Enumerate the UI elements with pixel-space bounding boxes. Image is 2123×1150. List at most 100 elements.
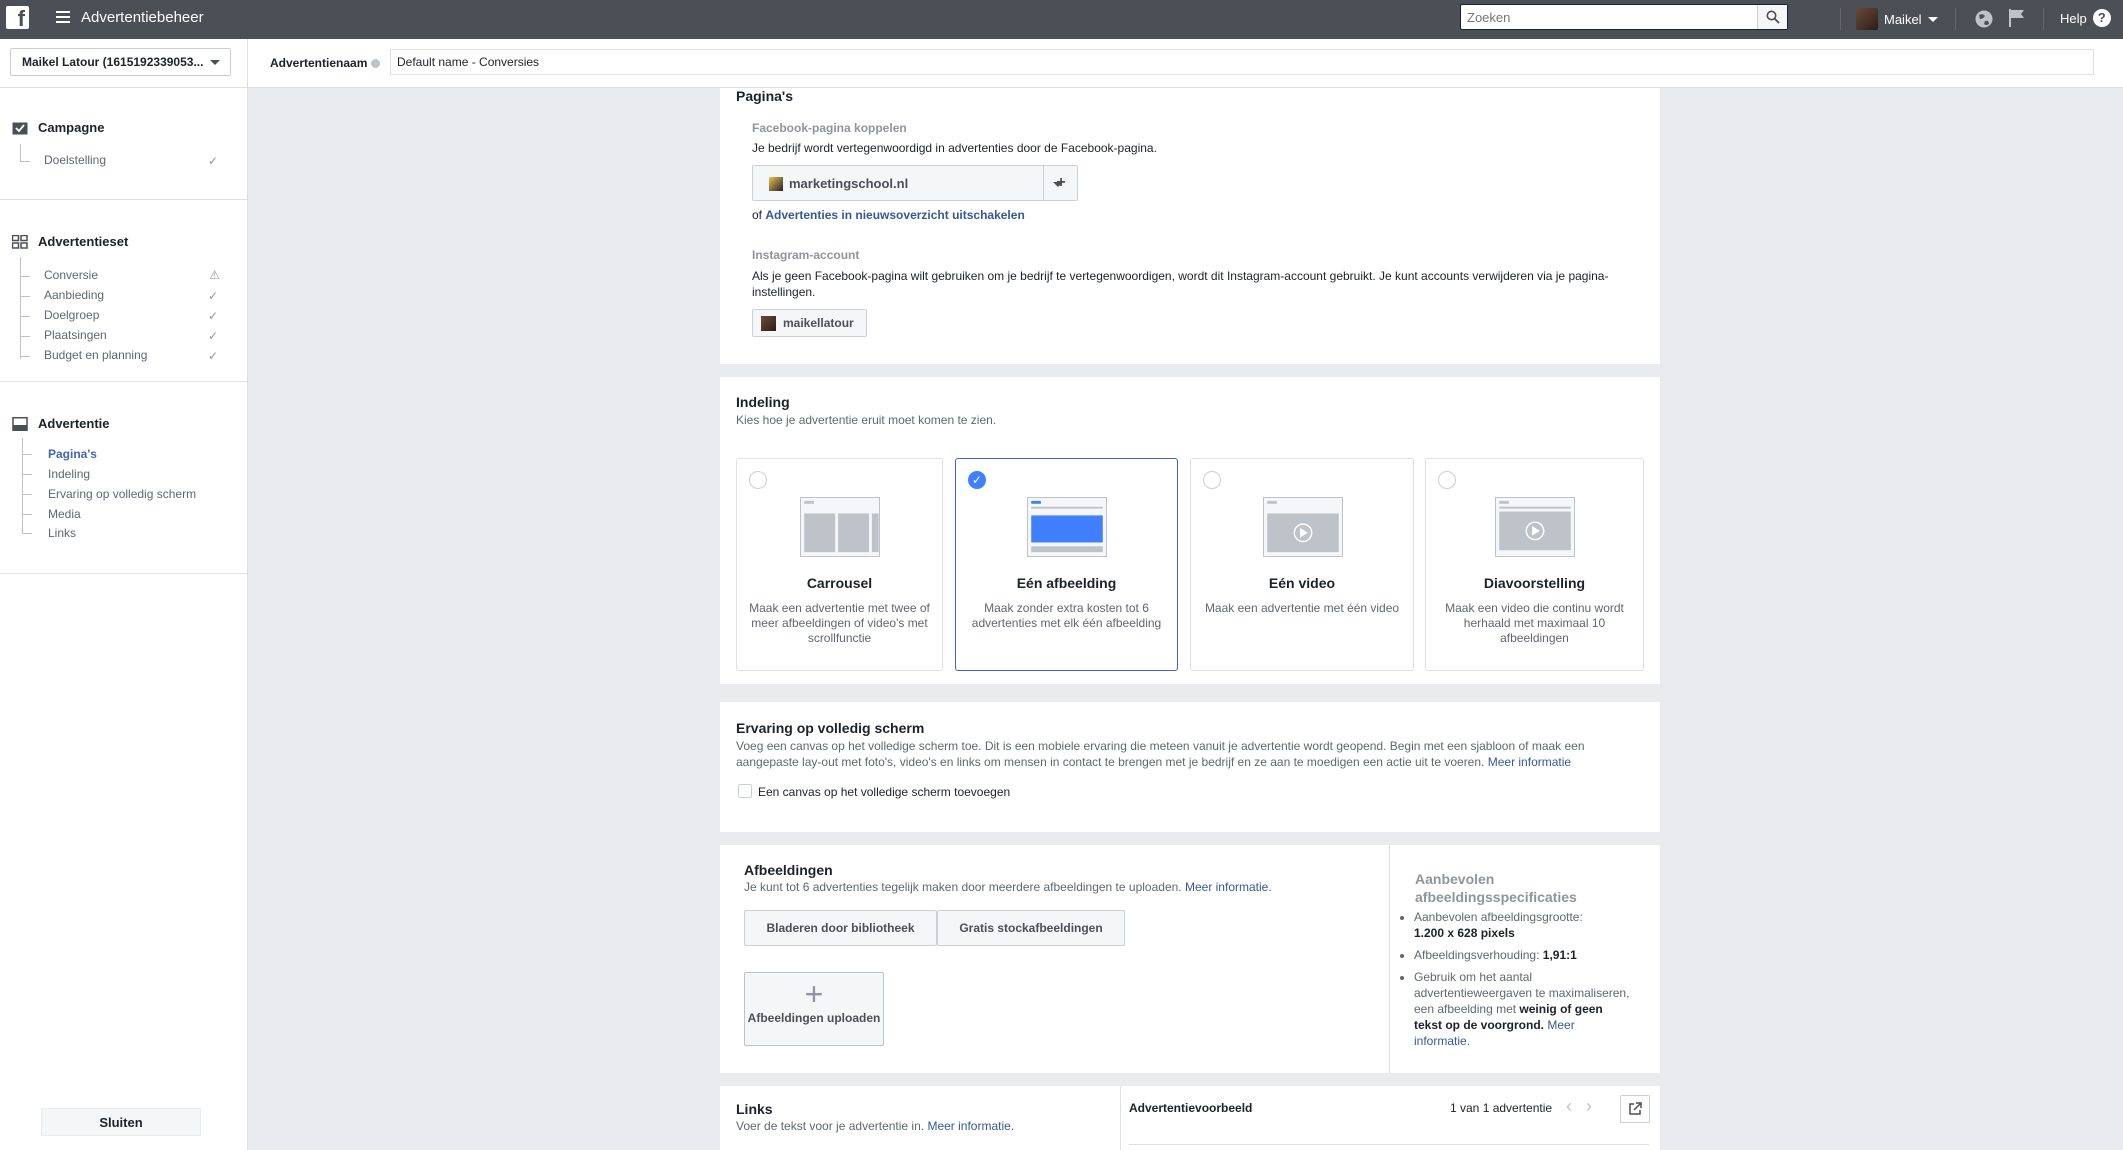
divider <box>1840 8 1841 30</box>
spec-label: Aanbevolen afbeeldingsgrootte: <box>1414 910 1583 924</box>
search-input[interactable] <box>1461 5 1751 29</box>
search-button[interactable] <box>1757 5 1787 29</box>
sidebar-item-label: Ervaring op volledig scherm <box>48 487 197 501</box>
instagram-avatar <box>761 316 776 331</box>
section-title: Afbeeldingen <box>744 862 833 878</box>
video-thumbnail-icon <box>1263 497 1343 557</box>
canvas-checkbox[interactable] <box>738 784 752 798</box>
divider <box>247 39 248 88</box>
instagram-account-button[interactable]: maikellatour <box>752 309 867 337</box>
info-icon[interactable] <box>371 59 381 68</box>
spec-item-size: Aanbevolen afbeeldingsgrootte: 1.200 x 62… <box>1414 909 1632 941</box>
section-description: Voeg een canvas op het volledige scherm … <box>736 738 1616 770</box>
divider <box>1120 1086 1121 1150</box>
facebook-logo-icon[interactable]: f <box>6 6 29 29</box>
chevron-left-icon[interactable]: ‹ <box>1566 1096 1572 1117</box>
user-menu[interactable]: Maikel <box>1856 6 1938 32</box>
sidebar-item-label: Conversie <box>44 268 99 282</box>
sidebar-item-budget[interactable]: Budget en planning ✓ <box>44 348 234 368</box>
sidebar-item-media[interactable]: Media <box>48 507 81 527</box>
grid-icon <box>12 234 28 249</box>
ad-name-input[interactable] <box>390 49 2094 75</box>
sidebar-item-indeling[interactable]: Indeling <box>48 467 90 487</box>
search-box <box>1460 4 1788 30</box>
sidebar-heading-label: Advertentie <box>38 416 110 431</box>
chevron-right-icon[interactable]: › <box>1586 1096 1592 1117</box>
open-preview-button[interactable] <box>1620 1095 1650 1123</box>
flag-icon[interactable] <box>2008 8 2026 28</box>
check-icon: ✓ <box>207 309 218 323</box>
fb-page-description: Je bedrijf wordt vertegenwoordigd in adv… <box>752 141 1157 155</box>
close-button[interactable]: Sluiten <box>41 1108 201 1136</box>
sidebar-item-paginas[interactable]: Pagina's <box>48 447 97 467</box>
radio-button-checked[interactable]: ✓ <box>968 471 986 489</box>
tree-line <box>22 494 32 495</box>
sidebar-group-ad: Advertentie Pagina's Indeling Ervaring o… <box>0 382 247 574</box>
checkbox-label: Een canvas op het volledige scherm toevo… <box>758 785 1011 799</box>
divider <box>1389 845 1390 1073</box>
instagram-account-name: maikellatour <box>783 316 854 330</box>
account-selector[interactable]: Maikel Latour (1615192339053... <box>10 48 231 76</box>
slideshow-thumbnail-icon <box>1495 497 1575 557</box>
page-selector[interactable]: marketingschool.nl + <box>752 165 1078 201</box>
sidebar-item-doelstelling[interactable]: Doelstelling ✓ <box>44 153 234 173</box>
search-icon <box>1766 10 1780 24</box>
format-description: Maak een advertentie met één video <box>1204 601 1400 615</box>
tree-line <box>20 144 21 162</box>
sidebar-item-plaatsingen[interactable]: Plaatsingen ✓ <box>44 328 234 348</box>
add-page-button[interactable]: + <box>1044 166 1078 200</box>
tree-line <box>20 161 30 162</box>
or-text: of <box>752 208 763 222</box>
check-icon: ✓ <box>207 349 218 363</box>
sidebar-item-aanbieding[interactable]: Aanbieding ✓ <box>44 288 234 308</box>
section-description: Voer de tekst voor je advertentie in. Me… <box>736 1119 1014 1133</box>
preview-count: 1 van 1 advertentie <box>1450 1101 1553 1115</box>
disable-news-feed-link[interactable]: Advertenties in nieuwsoverzicht uitschak… <box>765 208 1024 222</box>
radio-button[interactable] <box>749 471 767 489</box>
canvas-checkbox-row[interactable]: Een canvas op het volledige scherm toevo… <box>738 784 1010 799</box>
more-info-link[interactable]: Meer informatie <box>1488 755 1571 769</box>
radio-button[interactable] <box>1203 471 1221 489</box>
sidebar-item-doelgroep[interactable]: Doelgroep ✓ <box>44 308 234 328</box>
help-button[interactable]: Help ? <box>2060 9 2111 27</box>
divider <box>1955 8 1956 30</box>
section-title: Pagina's <box>736 88 794 104</box>
sidebar-heading-label: Campagne <box>38 120 105 135</box>
format-option-slideshow[interactable]: Diavoorstelling Maak een video die conti… <box>1425 458 1644 671</box>
stock-images-button[interactable]: Gratis stockafbeeldingen <box>937 910 1125 946</box>
page-avatar <box>769 177 783 191</box>
tree-line <box>20 316 30 317</box>
more-info-link[interactable]: Meer informatie. <box>1185 880 1272 894</box>
more-info-link[interactable]: Meer informatie. <box>927 1119 1014 1133</box>
app-title[interactable]: Advertentiebeheer <box>81 9 204 26</box>
sidebar-item-label: Media <box>48 507 81 521</box>
format-option-single-video[interactable]: Eén video Maak een advertentie met één v… <box>1190 458 1414 671</box>
globe-icon[interactable] <box>1974 9 1994 29</box>
avatar <box>1856 8 1878 30</box>
instagram-description: Als je geen Facebook-pagina wilt gebruik… <box>752 269 1609 299</box>
tree-line <box>20 336 30 337</box>
format-option-carousel[interactable]: Carrousel Maak een advertentie met twee … <box>736 458 943 671</box>
tree-line <box>22 454 32 455</box>
sidebar-item-links[interactable]: Links <box>48 526 76 546</box>
carousel-thumbnail-icon <box>800 497 880 557</box>
tree-line <box>22 438 23 534</box>
sidebar-item-conversie[interactable]: Conversie ⚠ <box>44 268 234 288</box>
format-title: Carrousel <box>806 575 873 591</box>
menu-icon[interactable] <box>56 9 70 23</box>
links-section: Links Voer de tekst voor je advertentie … <box>720 1086 1660 1150</box>
format-option-single-image[interactable]: ✓ Eén afbeelding Maak zonder extra koste… <box>955 458 1178 671</box>
spec-label: Afbeeldingsverhouding: <box>1414 948 1540 962</box>
section-subtitle: Kies hoe je advertentie eruit moet komen… <box>736 413 997 427</box>
sidebar-item-label: Doelgroep <box>44 308 100 322</box>
sidebar-heading-adset[interactable]: Advertentieset <box>12 234 128 249</box>
radio-button[interactable] <box>1438 471 1456 489</box>
sidebar-item-ervaring[interactable]: Ervaring op volledig scherm <box>48 487 196 507</box>
tree-line <box>20 257 21 359</box>
sidebar-item-label: Links <box>48 526 77 540</box>
browse-library-button[interactable]: Bladeren door bibliotheek <box>744 910 937 946</box>
sidebar-heading-ad[interactable]: Advertentie <box>12 416 110 431</box>
upload-images-button[interactable]: + Afbeeldingen uploaden <box>744 972 884 1046</box>
help-label: Help <box>2060 10 2087 26</box>
sidebar-heading-campaign[interactable]: Campagne <box>12 120 104 135</box>
